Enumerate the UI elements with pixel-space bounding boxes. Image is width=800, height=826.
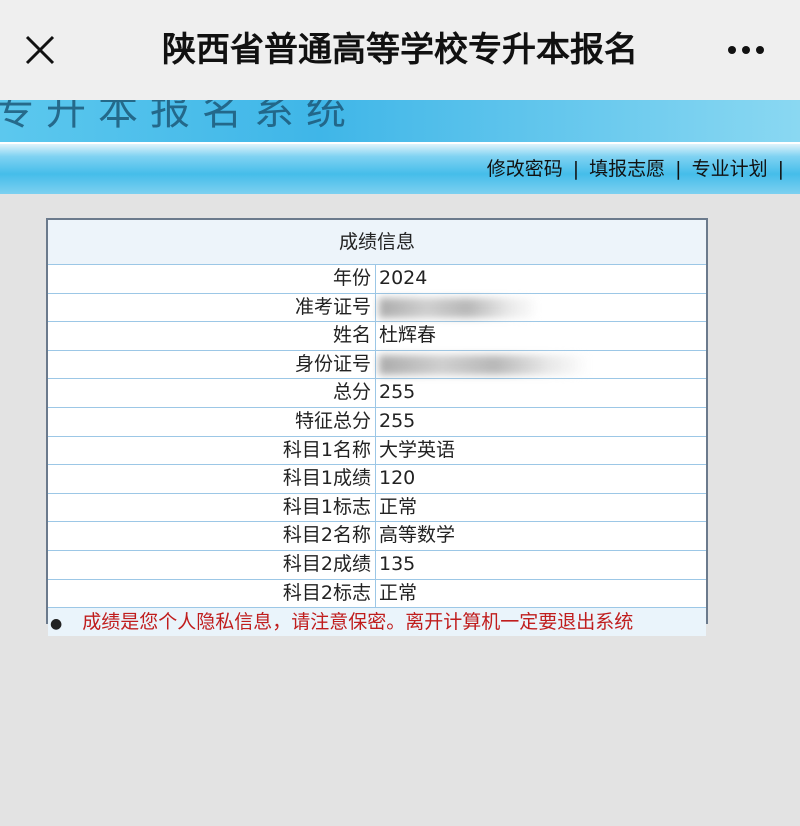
table-row: 科目2标志 正常 (48, 579, 706, 609)
row-value: 正常 (379, 495, 418, 518)
row-label: 科目2成绩 (48, 550, 376, 579)
nav-major-plan[interactable]: 专业计划 (692, 158, 768, 180)
banner-text: 专升本报名系统 (0, 100, 358, 134)
nav-separator: | (572, 158, 580, 180)
row-label: 科目1名称 (48, 436, 376, 465)
table-row: 年份 2024 (48, 265, 706, 294)
table-row: 科目2名称 高等数学 (48, 522, 706, 551)
row-value: 正常 (379, 581, 418, 604)
table-row: 总分 255 (48, 379, 706, 408)
table-row: 科目1成绩 120 (48, 465, 706, 494)
redaction-blur (379, 354, 589, 375)
row-label: 科目2名称 (48, 522, 376, 550)
table-row: 科目1标志 正常 (48, 493, 706, 523)
table-row: 姓名 杜辉春 (48, 322, 706, 351)
row-value: 135 (379, 552, 416, 575)
nav-bar: 修改密码 | 填报志愿 | 专业计划 | (0, 142, 800, 194)
table-row: 准考证号 (48, 293, 706, 323)
privacy-notice-text: 成绩是您个人隐私信息，请注意保密。离开计算机一定要退出系统 (82, 611, 634, 634)
more-button[interactable] (718, 30, 774, 70)
nav-change-password[interactable]: 修改密码 (487, 158, 563, 180)
nav-fill-preferences[interactable]: 填报志愿 (589, 158, 665, 180)
row-label: 科目2标志 (48, 579, 376, 608)
row-label: 总分 (48, 379, 376, 407)
close-icon (25, 35, 55, 65)
row-label: 年份 (48, 265, 376, 293)
row-label: 准考证号 (48, 293, 376, 322)
row-value: 大学英语 (379, 438, 456, 461)
row-label: 科目1成绩 (48, 465, 376, 493)
bullet-icon: ● (50, 616, 63, 633)
redaction-blur (379, 297, 539, 318)
row-value: 255 (379, 409, 416, 432)
table-row: 科目2成绩 135 (48, 550, 706, 580)
row-value: 2024 (379, 267, 428, 289)
more-icon (728, 46, 736, 54)
row-label: 科目1标志 (48, 493, 376, 522)
row-value-redacted (376, 294, 706, 322)
nav-links: 修改密码 | 填报志愿 | 专业计划 | (487, 154, 794, 181)
row-value: 255 (379, 381, 416, 404)
page-title: 陕西省普通高等学校专升本报名 (162, 30, 638, 70)
table-row: 科目1名称 大学英语 (48, 436, 706, 466)
row-value: 杜辉春 (379, 324, 437, 347)
privacy-notice: ● 成绩是您个人隐私信息，请注意保密。离开计算机一定要退出系统 (48, 608, 706, 637)
nav-separator: | (675, 158, 682, 180)
row-label: 身份证号 (48, 350, 376, 379)
close-button[interactable] (20, 30, 60, 70)
row-value: 120 (379, 467, 416, 490)
row-label: 姓名 (48, 322, 376, 350)
row-value-redacted (376, 351, 706, 379)
score-info-panel: 成绩信息 年份 2024 准考证号 姓名 杜辉春 身份证号 总分 255 特征总… (46, 218, 708, 637)
site-banner: 专升本报名系统 (0, 100, 800, 142)
row-label: 特征总分 (48, 407, 376, 436)
title-bar: 陕西省普通高等学校专升本报名 (0, 0, 800, 100)
panel-title: 成绩信息 (48, 220, 706, 265)
table-row: 身份证号 (48, 350, 706, 380)
row-value: 高等数学 (379, 524, 456, 547)
nav-separator: | (777, 158, 784, 180)
table-row: 特征总分 255 (48, 407, 706, 437)
